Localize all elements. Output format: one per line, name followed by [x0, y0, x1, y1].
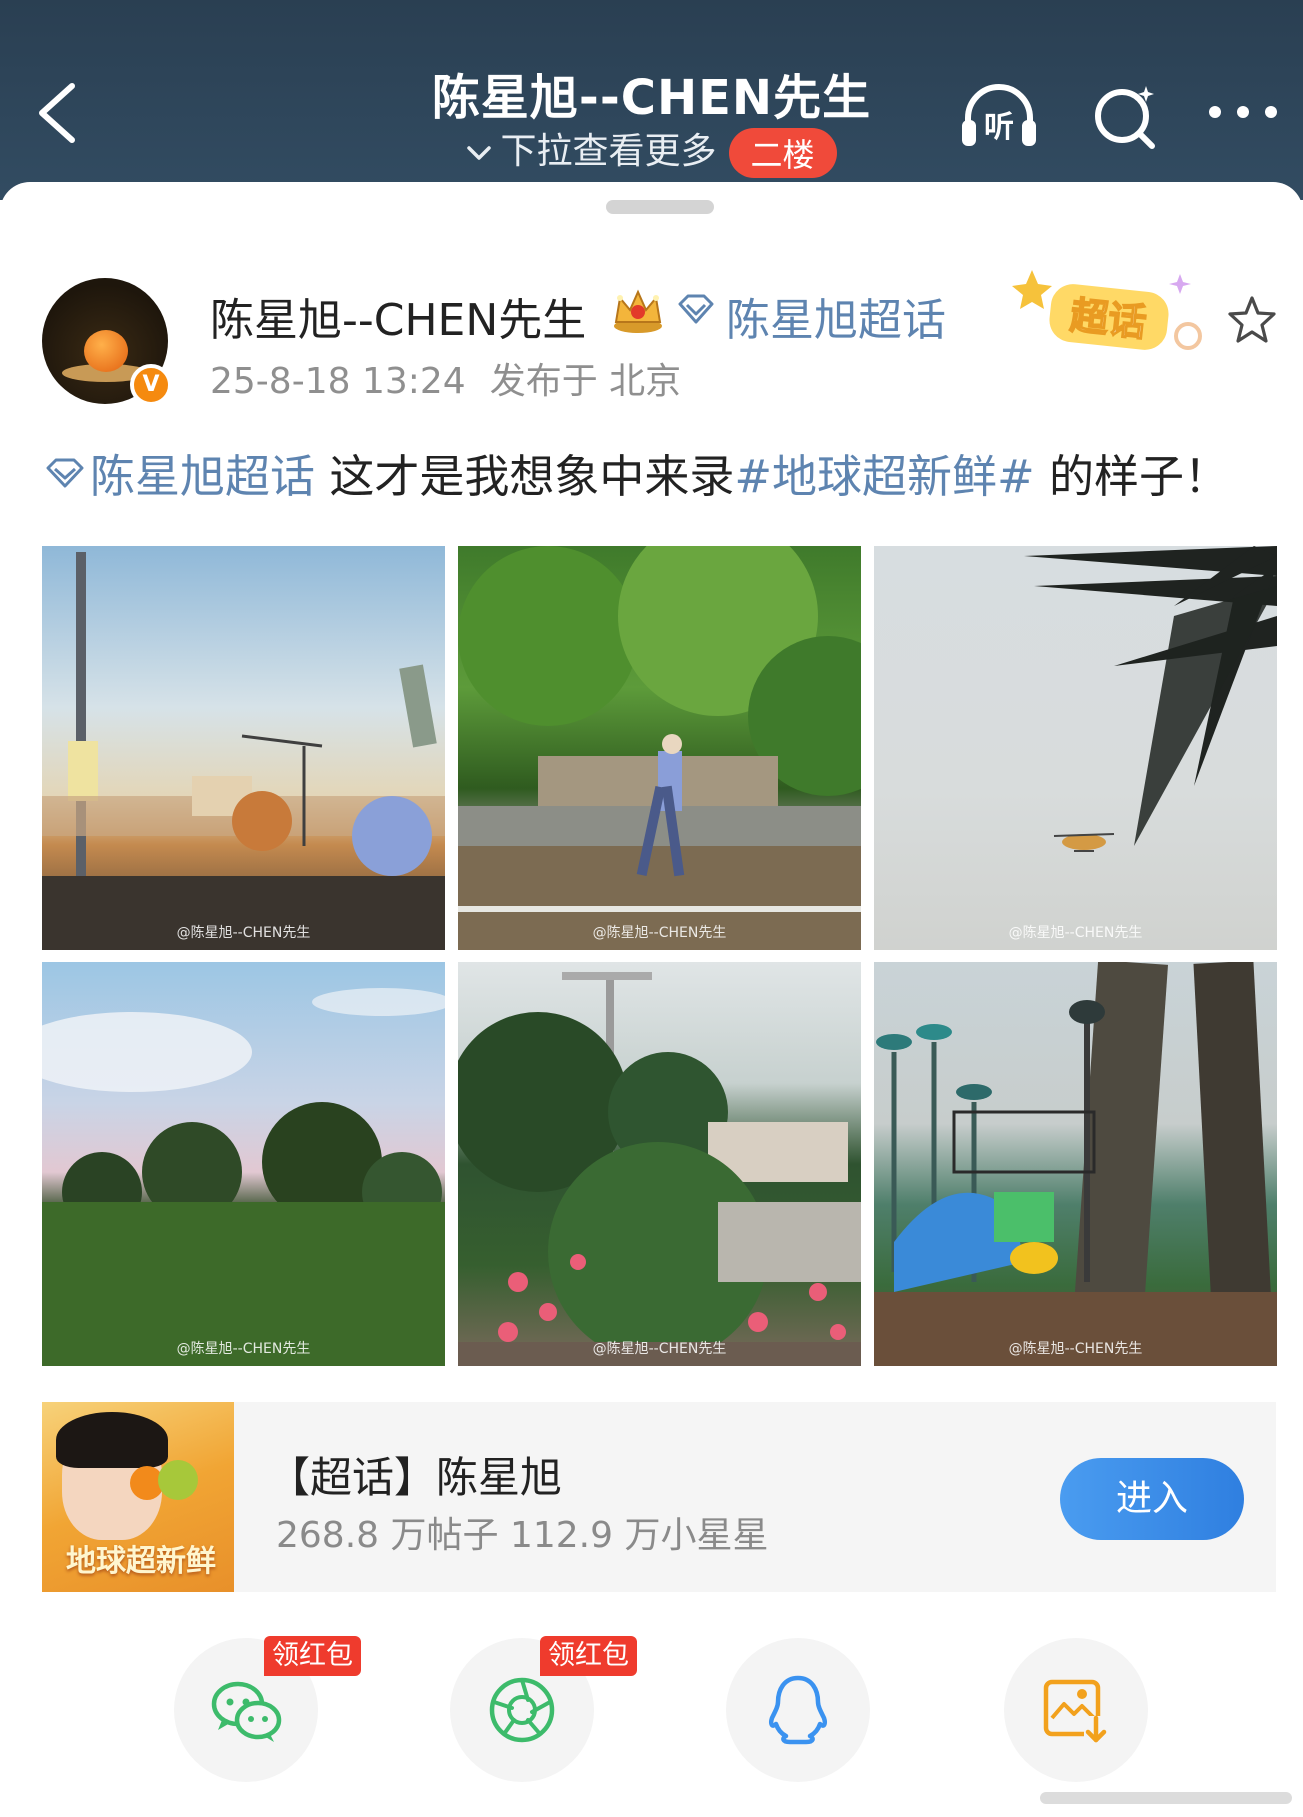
post-text: 陈星旭超话 这才是我想象中来录#地球超新鲜# 的样子！	[44, 440, 1229, 505]
photo-5-scene	[458, 972, 861, 1366]
chaohua-badge-icon[interactable]: 超话	[1010, 262, 1210, 362]
pull-down-label: 下拉查看更多	[500, 131, 717, 172]
red-packet-badge[interactable]: 领红包	[264, 1636, 361, 1676]
post-location: 发布于 北京	[489, 361, 682, 402]
qq-icon	[768, 1675, 828, 1745]
headphones-icon[interactable]: 听	[958, 80, 1040, 150]
drag-handle[interactable]	[606, 200, 714, 214]
verified-badge: V	[130, 364, 172, 406]
post-hashtag[interactable]: #地球超新鲜#	[734, 450, 1034, 503]
diamond-icon	[46, 458, 84, 488]
enter-button[interactable]: 进入	[1060, 1458, 1244, 1540]
red-packet-badge[interactable]: 领红包	[540, 1636, 637, 1676]
post-text-body: 这才是我想象中来录	[315, 450, 735, 503]
cover-hair	[56, 1412, 168, 1468]
svg-text:听: 听	[984, 110, 1014, 145]
photo-watermark: @陈星旭--CHEN先生	[176, 1341, 311, 1357]
post-meta: 25-8-18 13:24 发布于 北京	[210, 352, 681, 404]
author-topic-link[interactable]: 陈星旭超话	[726, 284, 946, 348]
save-image-button[interactable]	[1004, 1638, 1148, 1782]
moments-icon	[489, 1677, 555, 1743]
crown-icon[interactable]	[610, 286, 666, 334]
star-icon[interactable]	[1226, 294, 1278, 346]
photo-2-scene	[458, 546, 861, 950]
chevron-down-icon	[467, 146, 492, 160]
save-image-icon	[1043, 1679, 1110, 1744]
svg-text:超话: 超话	[1068, 293, 1148, 345]
cover-text: 地球超新鲜	[66, 1544, 216, 1579]
photo-6-scene	[874, 962, 1277, 1366]
photo-3-scene	[1024, 546, 1277, 852]
photo-1[interactable]: @陈星旭--CHEN先生	[42, 546, 445, 950]
photo-4-scene	[42, 988, 445, 1366]
photo-4[interactable]: @陈星旭--CHEN先生	[42, 962, 445, 1366]
avatar-orange	[84, 330, 128, 372]
diamond-icon	[678, 294, 714, 324]
photo-3[interactable]: @陈星旭--CHEN先生	[874, 546, 1277, 950]
wechat-icon	[211, 1681, 282, 1742]
post-time: 25-8-18 13:24	[210, 361, 466, 402]
floor-tag[interactable]: 二楼	[728, 128, 837, 178]
photo-6[interactable]: @陈星旭--CHEN先生	[874, 962, 1277, 1366]
photo-watermark: @陈星旭--CHEN先生	[176, 925, 311, 941]
photo-watermark: @陈星旭--CHEN先生	[1008, 925, 1143, 941]
home-indicator[interactable]	[1040, 1792, 1292, 1804]
share-qq-button[interactable]	[726, 1638, 870, 1782]
more-icon[interactable]	[1202, 80, 1284, 150]
photo-1-scene	[42, 552, 445, 950]
post-text-end: 的样子！	[1034, 450, 1230, 503]
author-name[interactable]: 陈星旭--CHEN先生	[210, 284, 586, 348]
photo-2[interactable]: @陈星旭--CHEN先生	[458, 546, 861, 950]
photo-watermark: @陈星旭--CHEN先生	[592, 925, 727, 941]
post-topic-link[interactable]: 陈星旭超话	[90, 450, 315, 503]
photo-watermark: @陈星旭--CHEN先生	[1008, 1341, 1143, 1357]
photo-watermark: @陈星旭--CHEN先生	[592, 1341, 727, 1357]
topic-stats: 268.8 万帖子 112.9 万小星星	[276, 1515, 769, 1556]
search-icon[interactable]	[1086, 80, 1168, 150]
photo-5[interactable]: @陈星旭--CHEN先生	[458, 962, 861, 1366]
topic-cover-image[interactable]: 地球超新鲜	[42, 1402, 234, 1592]
topic-title[interactable]: 【超话】陈星旭	[268, 1444, 562, 1505]
cover-pear	[158, 1460, 198, 1500]
top-nav-bar: 陈星旭--CHEN先生 下拉查看更多 二楼 听	[0, 0, 1303, 200]
